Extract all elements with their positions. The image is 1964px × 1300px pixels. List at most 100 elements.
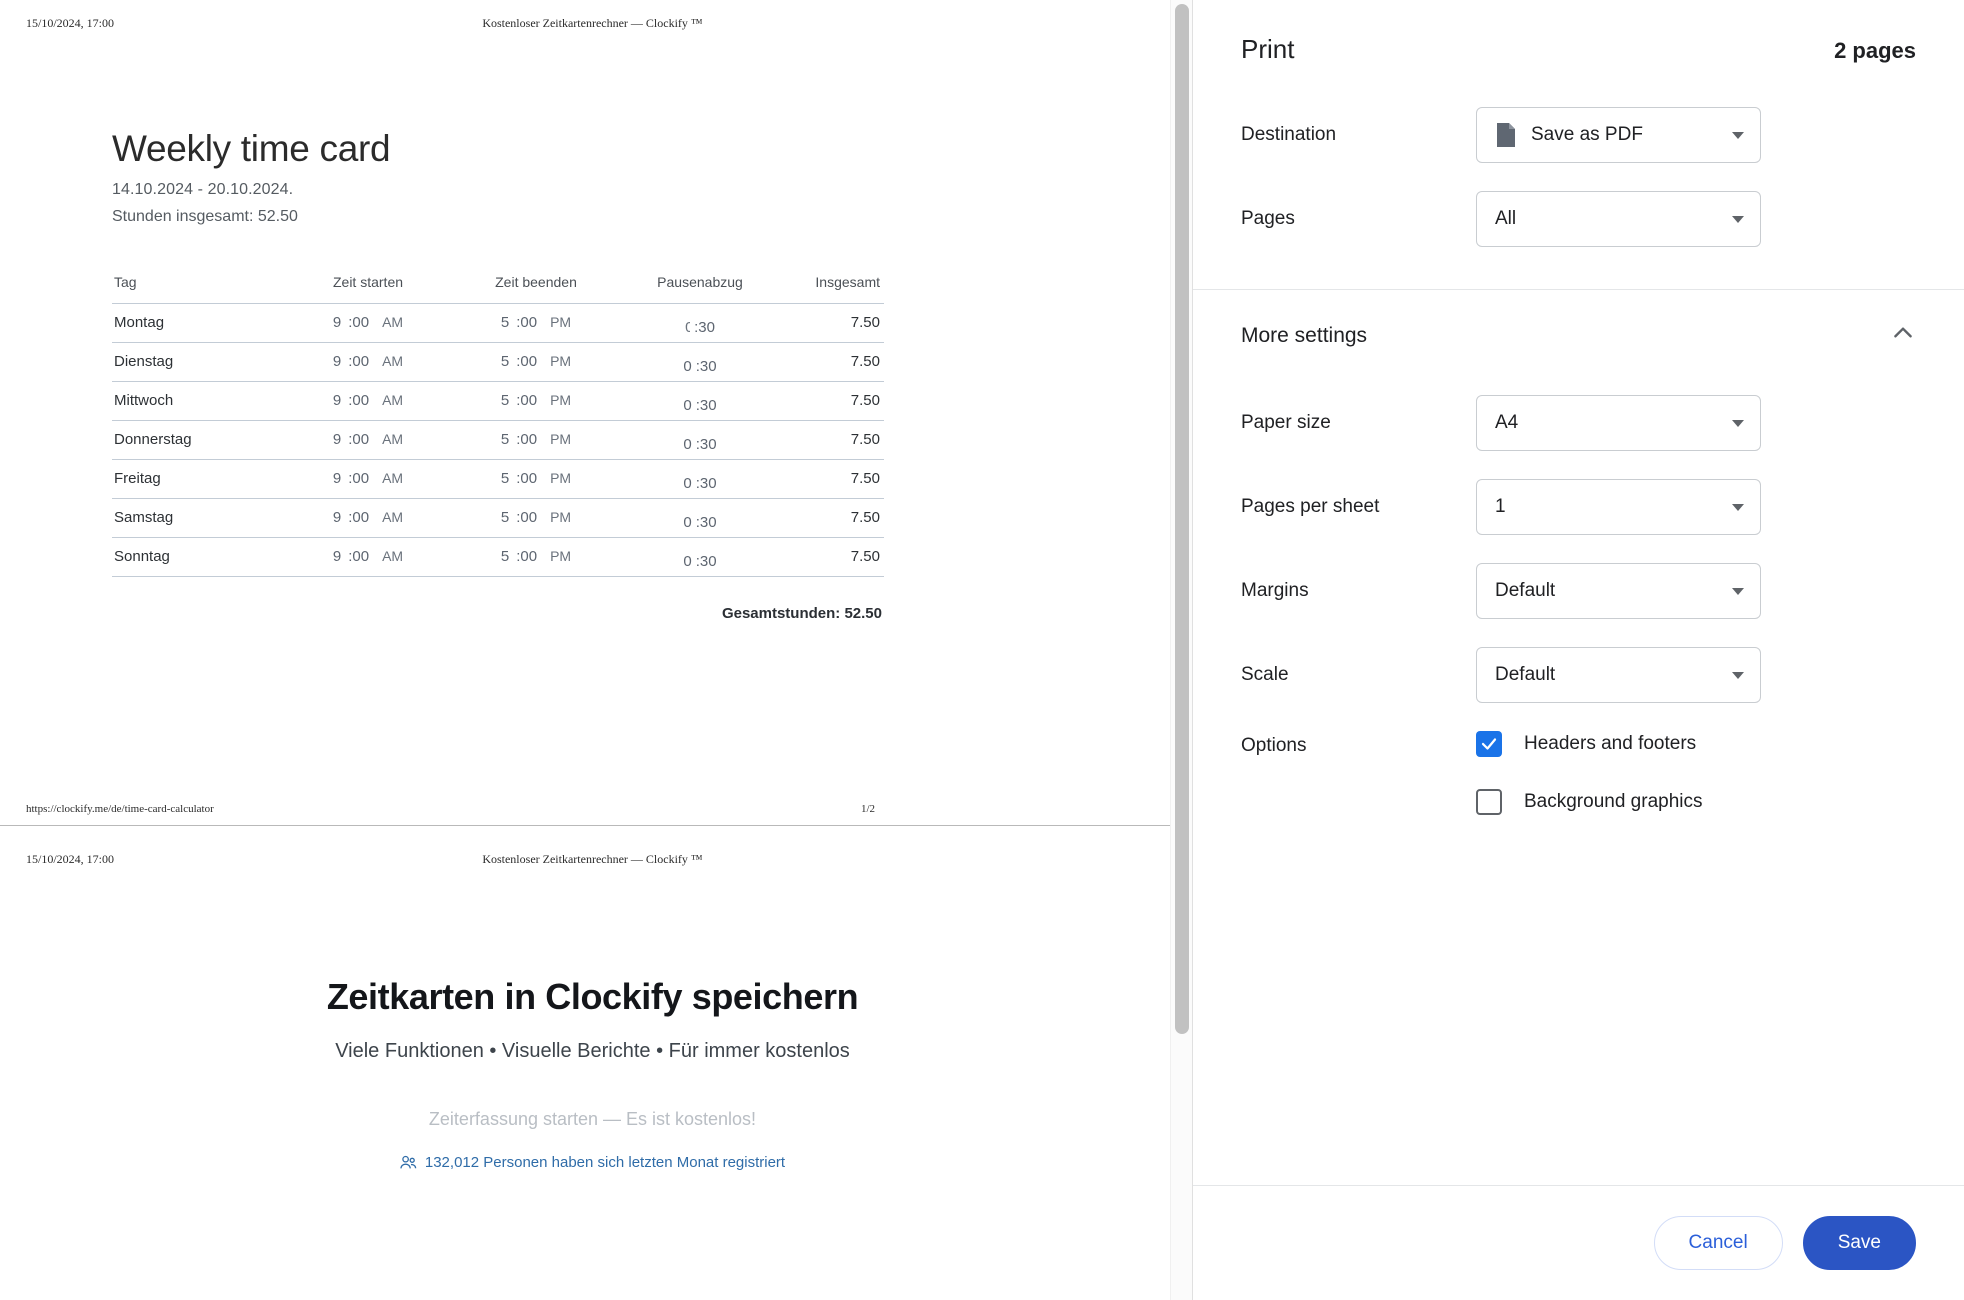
print-preview-pane[interactable]: 15/10/2024, 17:00 Kostenloser Zeitkarten… <box>0 0 1192 1300</box>
cell-day: Sonntag <box>112 536 284 577</box>
save-button[interactable]: Save <box>1802 1216 1916 1270</box>
more-settings-toggle[interactable]: More settings <box>1193 290 1964 377</box>
scale-value: Default <box>1495 664 1556 685</box>
cell-total: 7.50 <box>780 458 884 499</box>
paper-size-label: Paper size <box>1241 412 1331 433</box>
print-dialog: Print 2 pages Destination Save as PDF Pa… <box>1192 0 1964 1300</box>
cell-day: Freitag <box>112 458 284 499</box>
cell-start-time: 9:00 AM <box>284 536 452 577</box>
print-dialog-footer: Cancel Save <box>1193 1185 1964 1300</box>
headers-and-footers-checkbox[interactable]: Headers and footers <box>1476 731 1703 757</box>
cell-break-deduction: 0:30 <box>620 380 780 421</box>
chevron-down-icon <box>1732 132 1744 139</box>
cell-day: Mittwoch <box>112 380 284 421</box>
column-header-break: Pausenabzug <box>657 273 743 290</box>
cell-end-time: 5:00 PM <box>452 302 620 343</box>
pages-per-sheet-row: Pages per sheet 1 <box>1241 479 1916 535</box>
cell-break-deduction: 0:30 <box>620 536 780 577</box>
cell-total: 7.50 <box>780 419 884 460</box>
cell-end-time: 5:00 PM <box>452 536 620 577</box>
cell-end-time: 5:00 PM <box>452 380 620 421</box>
paper-size-select[interactable]: A4 <box>1476 395 1761 451</box>
timecard-table: Tag Zeit starten Zeit beenden Pausenabzu… <box>112 274 884 577</box>
print-dialog-header: Print 2 pages <box>1241 34 1916 65</box>
scale-label: Scale <box>1241 664 1289 685</box>
paper-size-value: A4 <box>1495 412 1519 433</box>
destination-row: Destination Save as PDF <box>1241 107 1916 163</box>
cell-break-deduction: 0:30 <box>620 497 780 538</box>
table-row: Donnerstag 9:00 AM 5:00 PM 0:30 7.50 <box>112 419 884 460</box>
paper-size-row: Paper size A4 <box>1241 395 1916 451</box>
cell-end-time: 5:00 PM <box>452 497 620 538</box>
page1-footer-pagenum: 1/2 <box>860 803 875 815</box>
pages-value: All <box>1495 208 1517 229</box>
cell-total: 7.50 <box>780 341 884 382</box>
destination-label: Destination <box>1241 124 1337 145</box>
promo-title: Zeitkarten in Clockify speichern <box>326 976 859 1017</box>
pages-per-sheet-label: Pages per sheet <box>1241 496 1380 517</box>
page1-header-title: Kostenloser Zeitkartenrechner — Clockify… <box>482 16 703 30</box>
cell-end-time: 5:00 PM <box>452 458 620 499</box>
preview-page-1: 15/10/2024, 17:00 Kostenloser Zeitkarten… <box>0 0 1185 826</box>
scale-select[interactable]: Default <box>1476 647 1761 703</box>
pages-label: Pages <box>1241 208 1295 229</box>
promo-cta-button[interactable]: Zeiterfassung starten — Es ist kostenlos… <box>0 1109 1185 1130</box>
promo-section: Zeitkarten in Clockify speichern Viele F… <box>0 836 1185 1171</box>
margins-value: Default <box>1495 580 1556 601</box>
date-range: 14.10.2024 - 20.10.2024. <box>112 180 294 198</box>
pages-select[interactable]: All <box>1476 191 1761 247</box>
cell-end-time: 5:00 PM <box>452 341 620 382</box>
promo-signup-stat: 132,012 Personen haben sich letzten Mona… <box>0 1154 1185 1171</box>
chevron-down-icon <box>1732 216 1744 223</box>
chevron-down-icon <box>1732 588 1744 595</box>
cell-total: 7.50 <box>780 380 884 421</box>
preview-page-2: 15/10/2024, 17:00 Kostenloser Zeitkarten… <box>0 836 1185 1300</box>
chevron-down-icon <box>1732 504 1744 511</box>
cancel-button[interactable]: Cancel <box>1653 1216 1783 1270</box>
total-hours-summary: Stunden insgesamt: 52.50 <box>112 207 298 225</box>
destination-select[interactable]: Save as PDF <box>1476 107 1761 163</box>
options-checkbox-group: Headers and footers Background graphics <box>1476 731 1703 815</box>
chevron-down-icon <box>1732 672 1744 679</box>
table-row: Montag 9:00 AM 5:00 PM 0:30 7.50 <box>112 302 884 343</box>
pages-row: Pages All <box>1241 191 1916 247</box>
cell-break-deduction: 0:30 <box>620 458 780 499</box>
cell-start-time: 9:00 AM <box>284 380 452 421</box>
column-header-day: Tag <box>114 273 137 290</box>
checkbox-checked-icon <box>1476 731 1502 757</box>
table-header-row: Tag Zeit starten Zeit beenden Pausenabzu… <box>112 274 884 304</box>
preview-scrollbar-track[interactable] <box>1170 0 1192 1300</box>
page1-footer-url: https://clockify.me/de/time-card-calcula… <box>26 803 214 815</box>
margins-row: Margins Default <box>1241 563 1916 619</box>
print-dialog-top: Print 2 pages Destination Save as PDF Pa… <box>1193 0 1964 275</box>
more-settings-label: More settings <box>1241 323 1368 347</box>
page-title: Weekly time card <box>112 128 391 169</box>
cell-start-time: 9:00 AM <box>284 341 452 382</box>
document-icon <box>1495 122 1517 148</box>
cell-day: Samstag <box>112 497 284 538</box>
cell-start-time: 9:00 AM <box>284 419 452 460</box>
cell-break-deduction: 0:30 <box>620 302 780 343</box>
preview-scrollbar-thumb[interactable] <box>1175 4 1189 1034</box>
margins-label: Margins <box>1241 580 1309 601</box>
table-row: Mittwoch 9:00 AM 5:00 PM 0:30 7.50 <box>112 380 884 421</box>
options-label: Options <box>1241 735 1307 756</box>
table-row: Sonntag 9:00 AM 5:00 PM 0:30 7.50 <box>112 536 884 577</box>
background-graphics-checkbox[interactable]: Background graphics <box>1476 789 1703 815</box>
cell-total: 7.50 <box>780 536 884 577</box>
grand-total: Gesamtstunden: 52.50 <box>721 604 882 622</box>
cell-day: Dienstag <box>112 341 284 382</box>
cell-end-time: 5:00 PM <box>452 419 620 460</box>
background-graphics-label: Background graphics <box>1524 791 1703 812</box>
margins-select[interactable]: Default <box>1476 563 1761 619</box>
page-count-label: 2 pages <box>1834 38 1916 63</box>
cell-break-deduction: 0:30 <box>620 341 780 382</box>
cell-total: 7.50 <box>780 302 884 343</box>
pages-per-sheet-select[interactable]: 1 <box>1476 479 1761 535</box>
people-icon <box>400 1155 417 1170</box>
more-settings-body: Paper size A4 Pages per sheet 1 Margins … <box>1193 377 1964 815</box>
pages-per-sheet-value: 1 <box>1495 496 1506 517</box>
scale-row: Scale Default <box>1241 647 1916 703</box>
cell-start-time: 9:00 AM <box>284 302 452 343</box>
promo-signup-text: 132,012 Personen haben sich letzten Mona… <box>424 1154 786 1171</box>
